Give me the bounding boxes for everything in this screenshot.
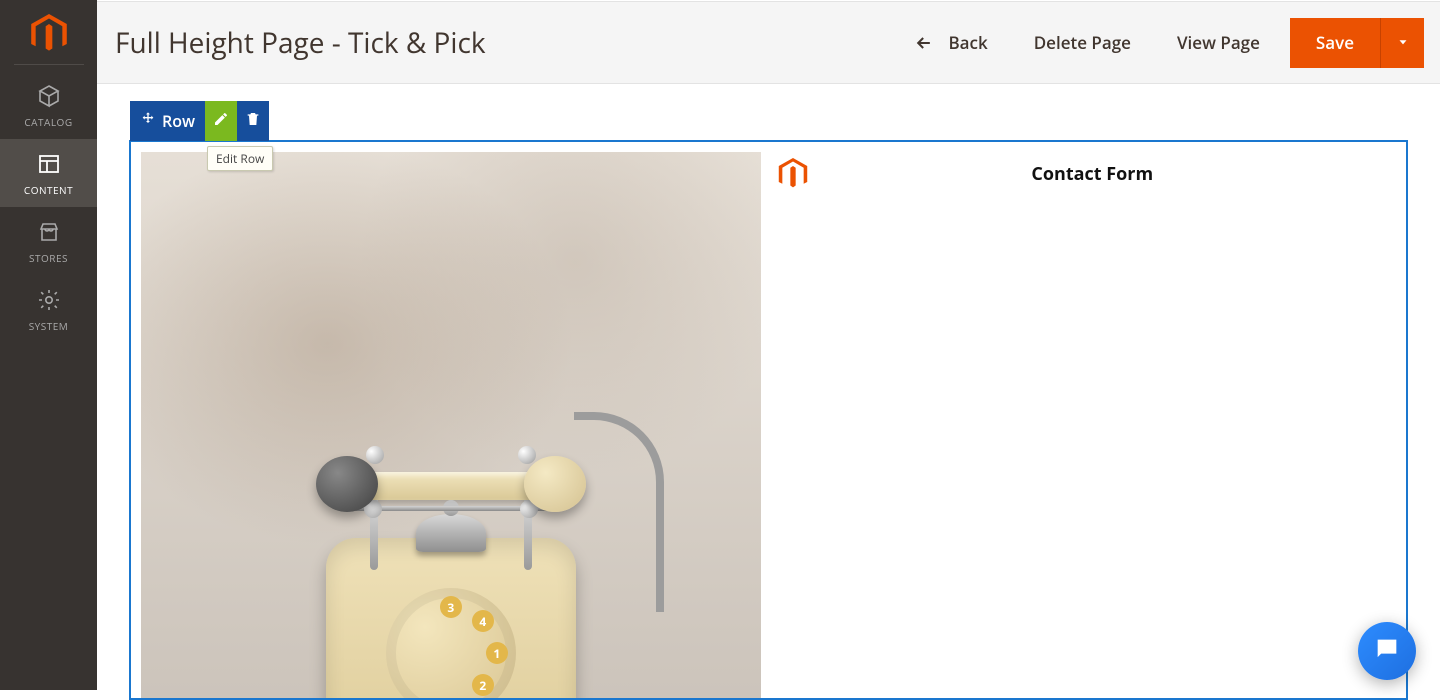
move-icon	[140, 110, 156, 132]
pencil-icon	[213, 110, 229, 132]
sidebar-item-catalog[interactable]: CATALOG	[0, 71, 97, 139]
chat-icon	[1373, 635, 1401, 668]
selected-row[interactable]: 3 4 1 2	[129, 140, 1408, 700]
cube-icon	[35, 82, 63, 110]
layout-icon	[35, 150, 63, 178]
trash-icon	[245, 110, 261, 132]
row-type-label: Row	[162, 110, 195, 132]
delete-page-button[interactable]: Delete Page	[1034, 31, 1131, 54]
row-delete-button[interactable]	[237, 101, 269, 141]
sidebar-item-label: STORES	[29, 251, 68, 265]
page-title: Full Height Page - Tick & Pick	[115, 24, 486, 62]
caret-down-icon	[1396, 32, 1410, 54]
delete-page-label: Delete Page	[1034, 31, 1131, 54]
sidebar-item-content[interactable]: CONTENT	[0, 139, 97, 207]
view-page-button[interactable]: View Page	[1177, 31, 1260, 54]
back-label: Back	[948, 31, 987, 54]
save-button[interactable]: Save	[1290, 18, 1380, 68]
sidebar-item-system[interactable]: SYSTEM	[0, 275, 97, 343]
storefront-icon	[35, 218, 63, 246]
save-dropdown-button[interactable]	[1380, 18, 1424, 68]
row-edit-button[interactable]	[205, 101, 237, 141]
back-button[interactable]: Back	[914, 31, 987, 54]
row-move-handle[interactable]: Row	[130, 101, 205, 141]
magento-logo-icon	[777, 158, 809, 190]
contact-form-block[interactable]: Contact Form	[777, 158, 1397, 190]
view-page-label: View Page	[1177, 31, 1260, 54]
edit-row-tooltip: Edit Row	[207, 146, 273, 171]
sidebar-divider	[14, 64, 84, 65]
gear-icon	[35, 286, 63, 314]
contact-form-title: Contact Form	[821, 162, 1397, 186]
row-toolbar: Row	[130, 101, 269, 141]
page-builder-canvas: Row Edit Row 3 4 1	[97, 84, 1440, 690]
arrow-left-icon	[914, 33, 934, 53]
sidebar-item-label: CONTENT	[24, 183, 73, 197]
page-header: Full Height Page - Tick & Pick Back Dele…	[97, 1, 1440, 84]
image-block[interactable]: 3 4 1 2	[141, 152, 761, 698]
column-right[interactable]: Contact Form	[777, 152, 1397, 698]
save-button-group: Save	[1290, 18, 1424, 68]
sidebar-item-label: SYSTEM	[29, 319, 69, 333]
sidebar-item-label: CATALOG	[24, 115, 72, 129]
chat-widget-button[interactable]	[1358, 622, 1416, 680]
column-left[interactable]: 3 4 1 2	[141, 152, 761, 698]
magento-logo[interactable]	[29, 14, 69, 54]
save-label: Save	[1316, 31, 1354, 54]
sidebar-item-stores[interactable]: STORES	[0, 207, 97, 275]
admin-sidebar: CATALOG CONTENT STORES SYSTEM	[0, 0, 97, 690]
